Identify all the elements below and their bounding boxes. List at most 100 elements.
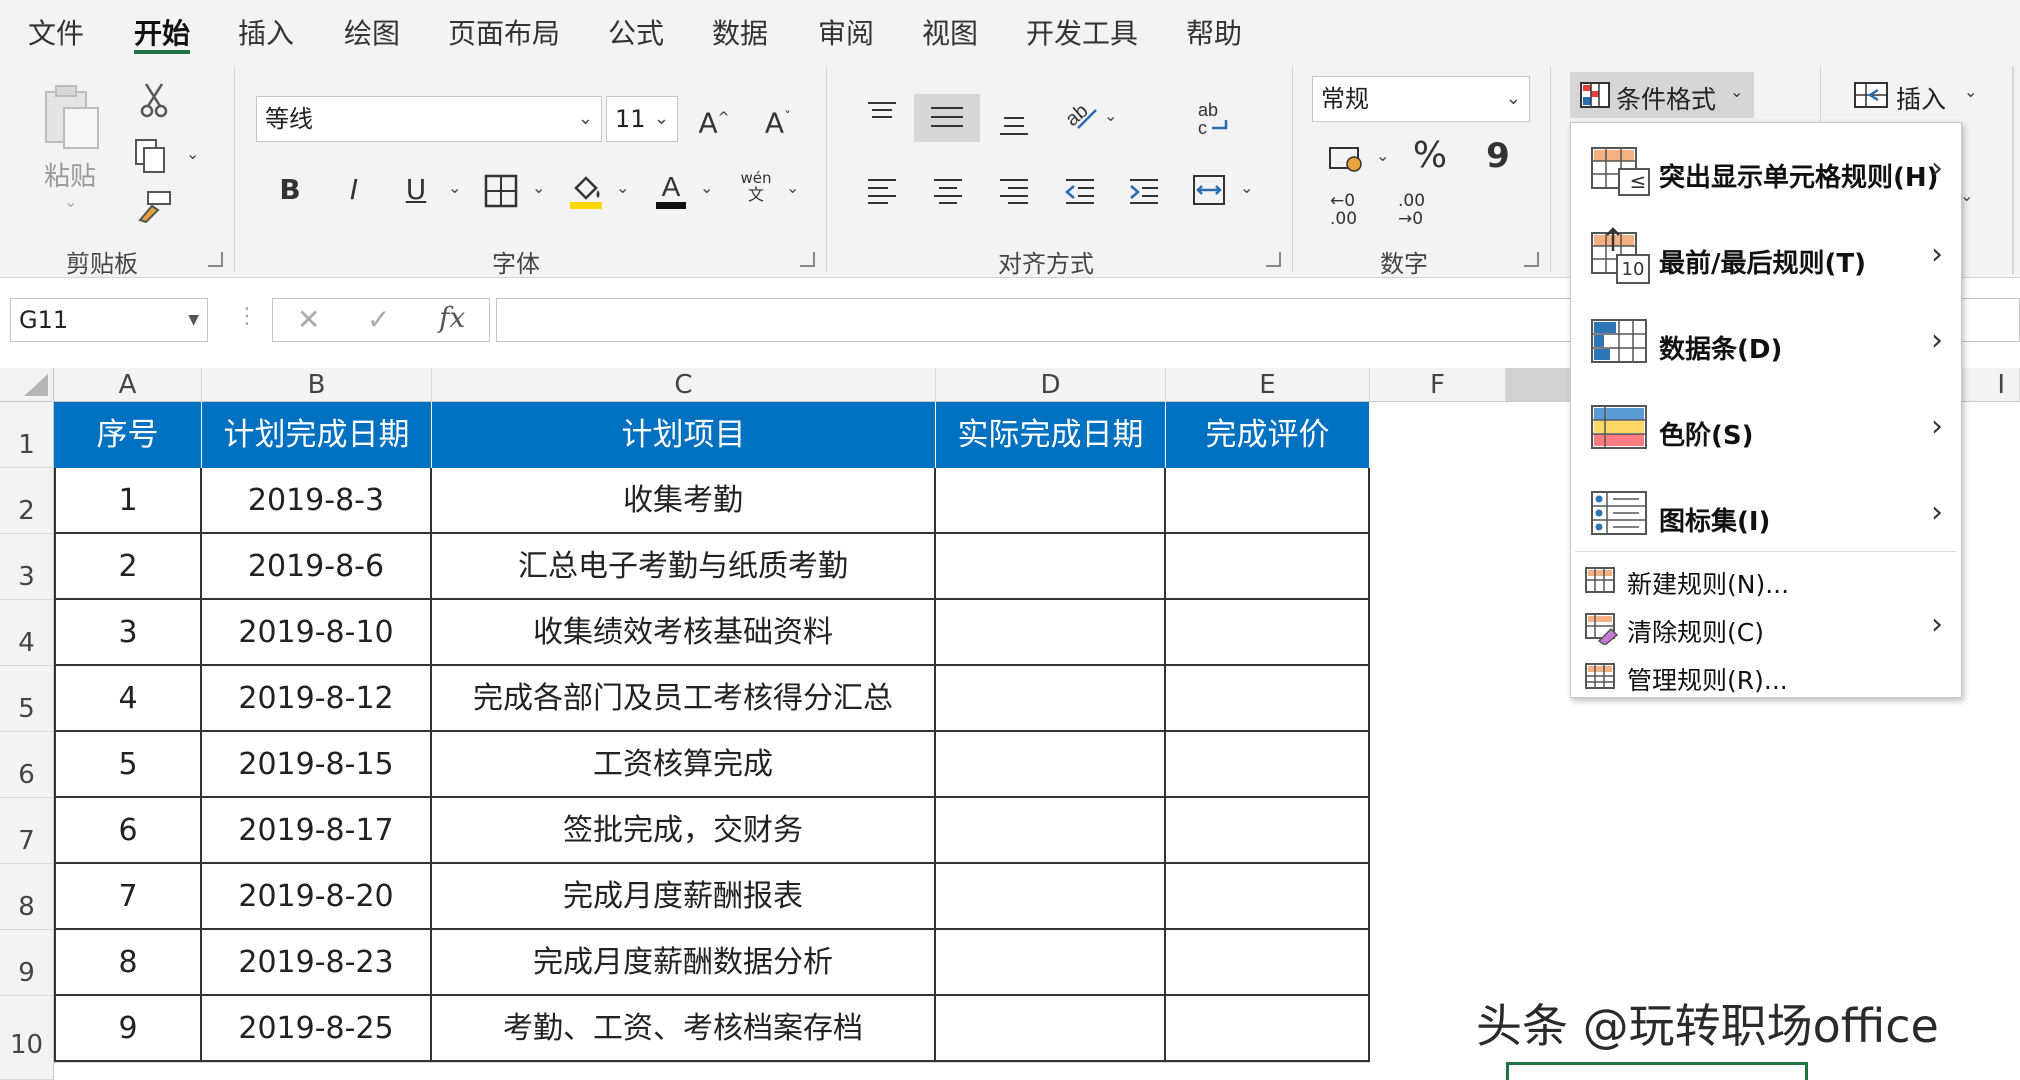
row-header-2[interactable]: 2 (0, 468, 54, 534)
table-cell[interactable]: 完成月度薪酬报表 (432, 864, 936, 930)
column-header-g[interactable] (1506, 368, 1570, 402)
table-header-cell[interactable]: 计划项目 (432, 402, 936, 468)
align-center-icon[interactable] (932, 176, 964, 204)
decrease-decimal-icon[interactable]: .00 →0 (1398, 192, 1442, 232)
paste-label[interactable]: 粘贴 (44, 156, 96, 193)
table-cell[interactable]: 4 (54, 666, 202, 732)
tab-developer[interactable]: 开发工具 (1026, 12, 1138, 52)
copy-icon[interactable] (134, 138, 168, 174)
row-header-7[interactable]: 7 (0, 798, 54, 864)
column-header-e[interactable]: E (1166, 368, 1370, 402)
menu-item-top-bottom-rules[interactable]: 10 最前/最后规则(T) › (1571, 213, 1961, 297)
tab-review[interactable]: 审阅 (818, 12, 874, 52)
formula-bar-splitter-icon[interactable]: ⋮ (236, 304, 258, 329)
column-header-i[interactable]: I (1962, 368, 2020, 402)
insert-cells-button[interactable]: 插入 ⌄ (1852, 74, 2002, 118)
table-cell[interactable]: 2019-8-3 (202, 468, 432, 534)
tab-home[interactable]: 开始 (134, 12, 190, 52)
table-cell[interactable] (1166, 732, 1370, 798)
decrease-indent-icon[interactable] (1064, 176, 1096, 204)
table-cell[interactable]: 2019-8-20 (202, 864, 432, 930)
number-format-combo[interactable]: 常规 ⌄ (1312, 76, 1530, 122)
menu-item-data-bars[interactable]: 数据条(D) › (1571, 299, 1961, 383)
accounting-dropdown-icon[interactable]: ⌄ (1376, 146, 1389, 165)
confirm-entry-button[interactable]: ✓ (367, 303, 390, 336)
table-cell[interactable]: 收集考勤 (432, 468, 936, 534)
font-color-dropdown-icon[interactable]: ⌄ (700, 178, 713, 197)
table-cell[interactable]: 2019-8-23 (202, 930, 432, 996)
conditional-format-button[interactable]: 条件格式 ⌄ (1570, 72, 1754, 118)
cancel-entry-button[interactable]: ✕ (297, 303, 320, 336)
name-box-dropdown-icon[interactable]: ▼ (188, 299, 199, 341)
table-cell[interactable] (1166, 468, 1370, 534)
percent-button[interactable]: % (1410, 134, 1450, 178)
table-cell[interactable] (936, 600, 1166, 666)
font-name-combo[interactable]: 等线 ⌄ (256, 96, 602, 142)
insert-function-button[interactable]: fx (439, 301, 465, 334)
table-cell[interactable] (936, 534, 1166, 600)
underline-button[interactable]: U (398, 168, 434, 212)
font-size-combo[interactable]: 11 ⌄ (606, 96, 678, 142)
table-cell[interactable]: 收集绩效考核基础资料 (432, 600, 936, 666)
bold-button[interactable]: B (272, 168, 308, 212)
row-header-1[interactable]: 1 (0, 402, 54, 468)
column-header-f[interactable]: F (1370, 368, 1506, 402)
name-box[interactable]: G11 ▼ (10, 298, 208, 342)
align-top-icon[interactable] (866, 100, 898, 126)
menu-item-new-rule[interactable]: 新建规则(N)... (1571, 557, 1961, 603)
font-color-icon[interactable]: A (654, 170, 688, 210)
table-cell[interactable]: 1 (54, 468, 202, 534)
copy-dropdown-icon[interactable]: ⌄ (186, 144, 199, 163)
menu-item-highlight-cells-rules[interactable]: ≤ 突出显示单元格规则(H) › (1571, 127, 1961, 211)
increase-decimal-icon[interactable]: ←0 .00 (1330, 192, 1374, 232)
row-header-4[interactable]: 4 (0, 600, 54, 666)
table-cell[interactable] (1166, 930, 1370, 996)
borders-dropdown-icon[interactable]: ⌄ (532, 178, 545, 197)
menu-item-clear-rules[interactable]: 清除规则(C) › (1571, 605, 1961, 651)
table-cell[interactable] (1166, 996, 1370, 1062)
table-cell[interactable] (1166, 534, 1370, 600)
table-cell[interactable]: 2019-8-12 (202, 666, 432, 732)
paste-dropdown-icon[interactable]: ⌄ (64, 192, 77, 211)
table-header-cell[interactable]: 完成评价 (1166, 402, 1370, 468)
tab-view[interactable]: 视图 (922, 12, 978, 52)
column-header-d[interactable]: D (936, 368, 1166, 402)
shrink-font-button[interactable]: Aˇ (758, 96, 798, 145)
row-header-6[interactable]: 6 (0, 732, 54, 798)
clipboard-launcher-icon[interactable] (208, 252, 223, 267)
borders-icon[interactable] (484, 174, 518, 208)
wrap-text-icon[interactable]: ab c (1196, 100, 1230, 140)
table-cell[interactable] (1166, 864, 1370, 930)
table-cell[interactable] (936, 666, 1166, 732)
number-launcher-icon[interactable] (1524, 252, 1539, 267)
tab-data[interactable]: 数据 (712, 12, 768, 52)
tab-insert[interactable]: 插入 (238, 12, 294, 52)
table-cell[interactable]: 2019-8-25 (202, 996, 432, 1062)
table-cell[interactable]: 完成月度薪酬数据分析 (432, 930, 936, 996)
select-all-button[interactable] (0, 368, 54, 402)
column-header-a[interactable]: A (54, 368, 202, 402)
row-header-3[interactable]: 3 (0, 534, 54, 600)
cut-icon[interactable] (138, 82, 170, 118)
table-cell[interactable]: 3 (54, 600, 202, 666)
row-header-9[interactable]: 9 (0, 930, 54, 996)
fill-color-icon[interactable] (568, 172, 604, 210)
table-cell[interactable]: 7 (54, 864, 202, 930)
column-header-c[interactable]: C (432, 368, 936, 402)
table-cell[interactable]: 工资核算完成 (432, 732, 936, 798)
table-cell[interactable]: 2 (54, 534, 202, 600)
table-cell[interactable] (936, 468, 1166, 534)
table-cell[interactable]: 考勤、工资、考核档案存档 (432, 996, 936, 1062)
row-header-5[interactable]: 5 (0, 666, 54, 732)
orientation-dropdown-icon[interactable]: ⌄ (1104, 106, 1117, 125)
align-bottom-icon[interactable] (998, 110, 1030, 138)
menu-item-manage-rules[interactable]: 管理规则(R)... (1571, 653, 1961, 699)
format-painter-icon[interactable] (136, 190, 172, 224)
table-cell[interactable]: 9 (54, 996, 202, 1062)
tab-formulas[interactable]: 公式 (608, 12, 664, 52)
accounting-format-icon[interactable] (1328, 144, 1366, 174)
table-header-cell[interactable]: 实际完成日期 (936, 402, 1166, 468)
row-header-8[interactable]: 8 (0, 864, 54, 930)
increase-indent-icon[interactable] (1128, 176, 1160, 204)
table-cell[interactable]: 2019-8-15 (202, 732, 432, 798)
